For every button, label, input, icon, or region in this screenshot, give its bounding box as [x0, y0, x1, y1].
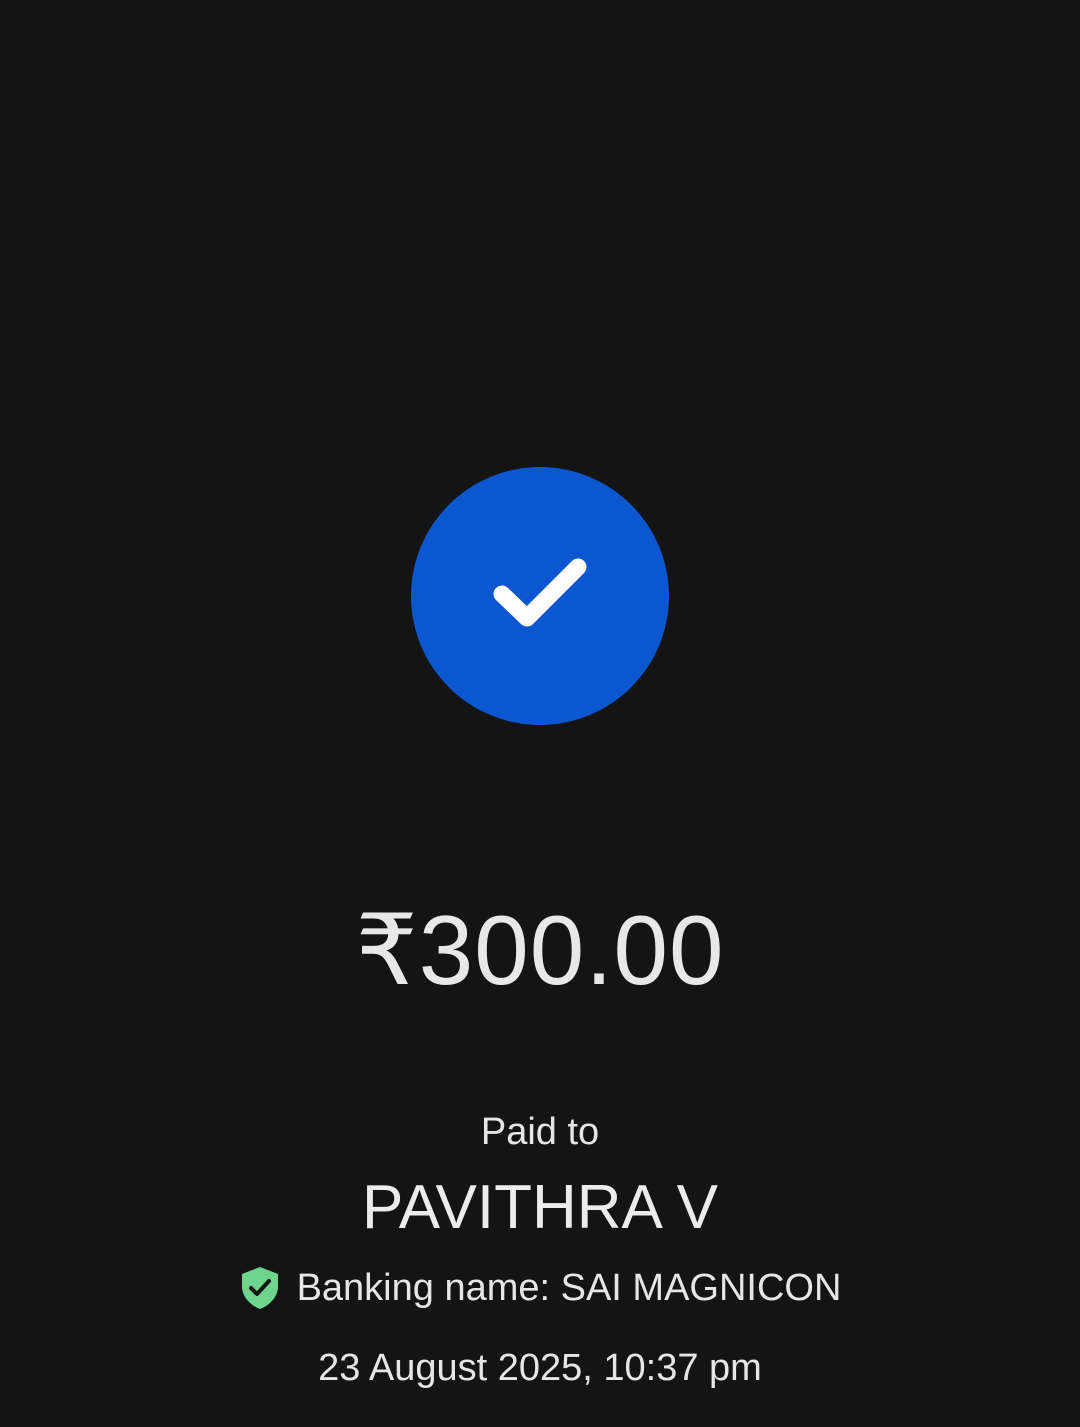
banking-name-text: Banking name: SAI MAGNICON	[296, 1267, 842, 1309]
payee-name: PAVITHRA V	[361, 1173, 718, 1242]
banking-name-row: Banking name: SAI MAGNICON	[0, 1262, 1080, 1314]
verified-shield-icon	[241, 1267, 278, 1309]
paid-to-label: Paid to	[480, 1111, 600, 1153]
payment-timestamp: 23 August 2025, 10:37 pm	[318, 1347, 762, 1389]
success-badge	[411, 467, 669, 725]
check-icon	[493, 558, 587, 627]
payment-amount: ₹300.00	[355, 895, 725, 1005]
payment-success-screen: ₹300.00 Paid to PAVITHRA V Banking name:…	[0, 0, 1080, 1427]
